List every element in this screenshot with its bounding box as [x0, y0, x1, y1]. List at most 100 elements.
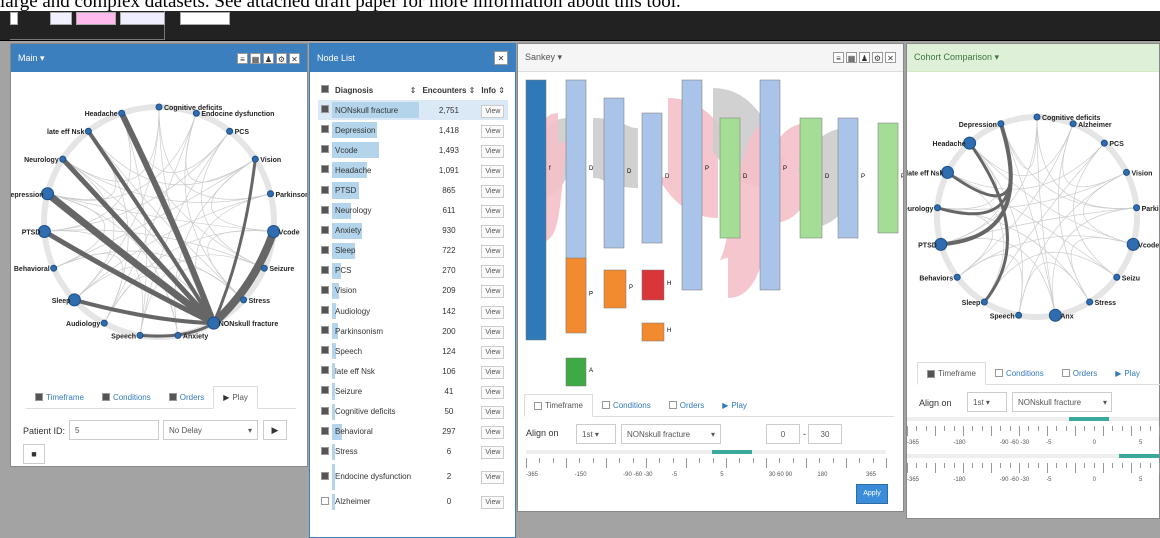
sankey-node[interactable]	[877, 122, 899, 234]
gear-icon[interactable]: ⚙	[276, 52, 287, 64]
grid-icon[interactable]: ▦	[250, 52, 261, 64]
table-row[interactable]: Headache 1,091 View	[318, 160, 508, 180]
tab-conditions[interactable]: Conditions	[93, 386, 160, 408]
sankey-node[interactable]	[565, 257, 587, 334]
diagnosis-header[interactable]: Diagnosis ⇕	[332, 80, 419, 100]
sankey-node[interactable]	[759, 79, 781, 291]
thumbnail-2[interactable]	[50, 12, 72, 25]
view-button[interactable]: View	[481, 144, 505, 158]
row-checkbox[interactable]	[321, 185, 329, 194]
row-checkbox[interactable]	[321, 496, 329, 505]
view-button[interactable]: View	[481, 164, 505, 178]
tab-play[interactable]: ▶ Play	[213, 386, 258, 409]
tab-orders[interactable]: Orders	[660, 394, 713, 416]
tab-timeframe[interactable]: Timeframe	[917, 362, 986, 385]
sankey-node[interactable]	[603, 269, 627, 309]
row-checkbox[interactable]	[321, 326, 329, 335]
network-node[interactable]	[136, 331, 144, 339]
network-node[interactable]	[251, 155, 259, 163]
select-all-checkbox[interactable]	[321, 85, 329, 94]
align-nth-select[interactable]: 1st ▾	[576, 424, 616, 444]
close-icon[interactable]: ✕	[885, 52, 896, 63]
row-checkbox[interactable]	[321, 366, 329, 375]
view-button[interactable]: View	[481, 345, 505, 359]
row-checkbox[interactable]	[321, 285, 329, 294]
row-checkbox[interactable]	[321, 165, 329, 174]
row-checkbox[interactable]	[321, 105, 329, 114]
gear-icon[interactable]: ⚙	[872, 52, 883, 63]
network-node[interactable]	[84, 127, 92, 135]
view-button[interactable]: View	[481, 185, 505, 199]
row-checkbox[interactable]	[321, 446, 329, 455]
row-checkbox[interactable]	[321, 426, 329, 435]
sankey-node[interactable]	[603, 97, 625, 249]
thumbnail-strip[interactable]	[10, 11, 165, 40]
align-node-select[interactable]: NONskull fracture ▾	[621, 424, 721, 444]
view-button[interactable]: View	[481, 104, 505, 118]
network-node[interactable]	[933, 204, 941, 212]
table-row[interactable]: Behavioral 297 View	[318, 422, 508, 442]
play-button[interactable]: ▶	[263, 420, 287, 440]
table-row[interactable]: Seizure 41 View	[318, 381, 508, 401]
network-node[interactable]	[1069, 120, 1077, 128]
row-checkbox[interactable]	[321, 125, 329, 134]
tab-play[interactable]: ▶ Play	[1106, 362, 1149, 384]
view-button[interactable]: View	[481, 305, 505, 319]
row-checkbox[interactable]	[321, 145, 329, 154]
tab-orders[interactable]: Orders	[1053, 362, 1106, 384]
sankey-node[interactable]	[641, 322, 665, 342]
sankey-node[interactable]	[837, 117, 859, 239]
row-checkbox[interactable]	[321, 406, 329, 415]
cohort-title[interactable]: Cohort Comparison ▾	[914, 52, 999, 63]
table-row[interactable]: Parkinsonism 200 View	[318, 321, 508, 341]
network-node[interactable]	[59, 155, 67, 163]
network-node[interactable]	[1123, 168, 1131, 176]
network-node[interactable]	[997, 120, 1005, 128]
thumbnail-4[interactable]	[120, 12, 165, 25]
cohort-slider-2[interactable]	[907, 454, 1159, 458]
sankey-node[interactable]	[565, 357, 587, 387]
range-from-input[interactable]: 0	[766, 424, 800, 444]
network-node[interactable]	[118, 109, 126, 117]
network-node[interactable]	[1133, 204, 1141, 212]
cohort-slider-1[interactable]	[907, 417, 1159, 421]
row-checkbox[interactable]	[321, 205, 329, 214]
network-node[interactable]	[1113, 273, 1121, 281]
time-slider-range[interactable]	[712, 450, 752, 454]
align-nth-select[interactable]: 1st ▾	[967, 392, 1007, 412]
table-row[interactable]: Anxiety 930 View	[318, 221, 508, 241]
view-button[interactable]: View	[481, 245, 505, 259]
thumbnail-3[interactable]	[76, 12, 116, 25]
view-button[interactable]: View	[481, 365, 505, 379]
align-node-select[interactable]: NONskull fracture ▾	[1012, 392, 1112, 412]
tab-play[interactable]: ▶ Play	[713, 394, 756, 416]
view-button[interactable]: View	[481, 124, 505, 138]
sankey-node[interactable]	[641, 269, 665, 301]
table-row[interactable]: Vcode 1,493 View	[318, 140, 508, 160]
time-slider-track[interactable]	[526, 450, 886, 454]
table-row[interactable]: PTSD 865 View	[318, 180, 508, 200]
tab-timeframe[interactable]: Timeframe	[26, 386, 93, 408]
row-checkbox[interactable]	[321, 346, 329, 355]
user-icon[interactable]: ♟	[263, 52, 274, 64]
row-checkbox[interactable]	[321, 471, 329, 480]
network-node[interactable]	[1100, 139, 1108, 147]
sankey-diagram[interactable]: fDDDPDPDPPPPHHA	[518, 78, 903, 390]
network-node[interactable]	[155, 103, 163, 111]
stop-button[interactable]: ■	[23, 444, 45, 464]
network-node[interactable]	[260, 264, 268, 272]
row-checkbox[interactable]	[321, 306, 329, 315]
tab-conditions[interactable]: Conditions	[986, 362, 1053, 384]
table-row[interactable]: Vision 209 View	[318, 281, 508, 301]
patient-id-input[interactable]: 5	[69, 420, 159, 440]
network-node[interactable]	[192, 109, 200, 117]
sankey-node[interactable]	[641, 112, 663, 244]
delay-select[interactable]: No Delay ▾	[163, 420, 258, 440]
main-network-graph[interactable]: Cognitive deficitsEndocine dysfunctionPC…	[11, 72, 307, 372]
sankey-node[interactable]	[799, 117, 823, 239]
grid-icon[interactable]: ▦	[846, 52, 857, 63]
tab-conditions[interactable]: Conditions	[593, 394, 660, 416]
table-row[interactable]: late eff Nsk 106 View	[318, 361, 508, 381]
table-row[interactable]: PCS 270 View	[318, 261, 508, 281]
view-button[interactable]: View	[481, 205, 505, 219]
